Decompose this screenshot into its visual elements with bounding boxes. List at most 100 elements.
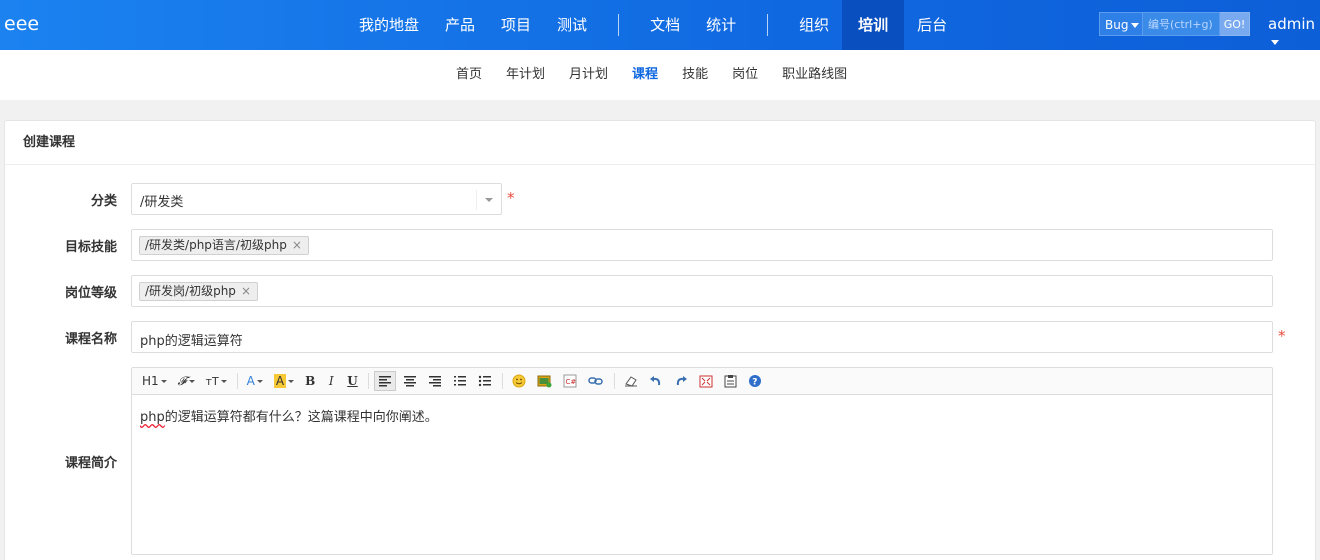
post-label: 岗位等级 bbox=[64, 286, 117, 301]
align-right-button[interactable] bbox=[424, 371, 446, 391]
editor-content[interactable]: php的逻辑运算符都有什么？这篇课程中向你阐述。 bbox=[140, 406, 438, 425]
align-left-icon bbox=[378, 376, 391, 387]
chevron-down-icon bbox=[485, 198, 493, 202]
category-value: /研发类 bbox=[140, 195, 184, 210]
search-type-select[interactable]: Bug bbox=[1099, 12, 1143, 36]
bold-button[interactable]: B bbox=[301, 371, 319, 391]
chevron-down-icon bbox=[160, 379, 167, 383]
code-button[interactable]: C# bbox=[559, 371, 581, 391]
undo-icon bbox=[649, 376, 660, 386]
subnav-course[interactable]: 课程 bbox=[620, 50, 670, 100]
link-button[interactable] bbox=[584, 371, 608, 391]
nav-divider bbox=[767, 14, 769, 36]
image-button[interactable] bbox=[533, 371, 556, 391]
brand-logo[interactable]: eee bbox=[4, 13, 39, 35]
toolbar-divider bbox=[613, 373, 615, 389]
course-intro-editor[interactable]: H1 𝓕 тT A A B I U C# ? php的逻辑运算符都有什么？这篇课… bbox=[131, 367, 1273, 555]
clipboard-icon bbox=[724, 375, 737, 388]
nav-org[interactable]: 组织 bbox=[786, 0, 842, 50]
chevron-down-icon bbox=[188, 379, 195, 383]
font-color-button[interactable]: A bbox=[243, 371, 267, 391]
align-center-button[interactable] bbox=[399, 371, 421, 391]
select-divider bbox=[476, 190, 477, 210]
font-icon: 𝓕 bbox=[177, 373, 187, 388]
redo-icon bbox=[676, 376, 687, 386]
search-type-label: Bug bbox=[1105, 18, 1129, 32]
redo-button[interactable] bbox=[670, 371, 692, 391]
skill-label: 目标技能 bbox=[64, 240, 117, 255]
subnav-home[interactable]: 首页 bbox=[444, 50, 494, 100]
svg-text:C#: C# bbox=[565, 378, 576, 386]
help-icon: ? bbox=[748, 375, 761, 388]
post-multiselect[interactable]: /研发岗/初级php × bbox=[131, 275, 1273, 307]
chevron-down-icon bbox=[220, 379, 227, 383]
underline-button[interactable]: U bbox=[343, 371, 361, 391]
subnav-career-path[interactable]: 职业路线图 bbox=[770, 50, 859, 100]
align-center-icon bbox=[403, 376, 416, 387]
category-select[interactable]: /研发类 bbox=[131, 183, 502, 215]
emoji-button[interactable] bbox=[508, 371, 530, 391]
font-size-button[interactable]: тT bbox=[202, 371, 231, 391]
editor-text: 的逻辑运算符都有什么？这篇课程中向你阐述。 bbox=[164, 410, 438, 425]
font-family-button[interactable]: 𝓕 bbox=[174, 371, 199, 391]
eraser-button[interactable] bbox=[620, 371, 642, 391]
nav-product[interactable]: 产品 bbox=[432, 0, 488, 50]
create-course-panel: 创建课程 分类 /研发类 * 目标技能 /研发类/php语言/初级php × 岗… bbox=[4, 120, 1316, 560]
course-name-input[interactable]: php的逻辑运算符 bbox=[131, 321, 1273, 353]
panel-title: 创建课程 bbox=[5, 121, 1315, 165]
bg-color-button[interactable]: A bbox=[270, 371, 298, 391]
nav-project[interactable]: 项目 bbox=[488, 0, 544, 50]
post-chip-label: /研发岗/初级php bbox=[145, 284, 236, 298]
heading-button[interactable]: H1 bbox=[138, 371, 171, 391]
subnav-post[interactable]: 岗位 bbox=[720, 50, 770, 100]
user-name: admin bbox=[1268, 15, 1315, 33]
image-icon bbox=[537, 375, 552, 387]
main-nav: 我的地盘 产品 项目 测试 文档 统计 组织 培训 后台 bbox=[346, 0, 960, 50]
nav-test[interactable]: 测试 bbox=[544, 0, 600, 50]
ordered-list-icon bbox=[453, 376, 466, 386]
skill-chip-label: /研发类/php语言/初级php bbox=[145, 238, 287, 252]
subnav-skill[interactable]: 技能 bbox=[670, 50, 720, 100]
skill-multiselect[interactable]: /研发类/php语言/初级php × bbox=[131, 229, 1273, 261]
user-menu[interactable]: admin bbox=[1268, 15, 1320, 51]
paste-button[interactable] bbox=[720, 371, 741, 391]
chevron-down-icon bbox=[256, 379, 263, 383]
font-size-icon: тT bbox=[205, 374, 219, 388]
unordered-list-icon bbox=[478, 375, 491, 387]
nav-my[interactable]: 我的地盘 bbox=[346, 0, 432, 50]
search-input[interactable] bbox=[1143, 12, 1220, 36]
subnav-year-plan[interactable]: 年计划 bbox=[494, 50, 557, 100]
nav-doc[interactable]: 文档 bbox=[637, 0, 693, 50]
align-left-button[interactable] bbox=[373, 371, 396, 391]
editor-toolbar: H1 𝓕 тT A A B I U C# ? bbox=[132, 368, 1272, 395]
italic-button[interactable]: I bbox=[322, 371, 340, 391]
close-icon[interactable]: × bbox=[292, 237, 302, 254]
search-box: Bug GO! bbox=[1099, 12, 1250, 36]
nav-stat[interactable]: 统计 bbox=[693, 0, 749, 50]
highlight-icon: A bbox=[273, 374, 287, 388]
align-right-icon bbox=[428, 376, 441, 387]
undo-button[interactable] bbox=[645, 371, 667, 391]
course-name-value: php的逻辑运算符 bbox=[140, 334, 243, 349]
toolbar-divider bbox=[501, 373, 503, 389]
nav-admin[interactable]: 后台 bbox=[904, 0, 960, 50]
course-name-label: 课程名称 bbox=[64, 332, 117, 347]
close-icon[interactable]: × bbox=[241, 283, 251, 300]
sub-nav: 首页 年计划 月计划 课程 技能 岗位 职业路线图 bbox=[0, 50, 1320, 100]
subnav-month-plan[interactable]: 月计划 bbox=[557, 50, 620, 100]
fullscreen-button[interactable] bbox=[695, 371, 717, 391]
required-mark: * bbox=[507, 189, 515, 207]
nav-train[interactable]: 培训 bbox=[842, 0, 905, 50]
chevron-down-icon bbox=[288, 379, 295, 383]
nav-divider bbox=[618, 14, 620, 36]
misspelled-word: php bbox=[140, 410, 165, 425]
ordered-list-button[interactable] bbox=[449, 371, 471, 391]
help-button[interactable]: ? bbox=[744, 371, 766, 391]
course-intro-label: 课程简介 bbox=[64, 456, 117, 471]
top-navbar: eee 我的地盘 产品 项目 测试 文档 统计 组织 培训 后台 Bug GO!… bbox=[0, 0, 1320, 50]
search-go-button[interactable]: GO! bbox=[1220, 12, 1250, 36]
smiley-icon bbox=[512, 374, 526, 388]
code-icon: C# bbox=[563, 374, 577, 388]
category-label: 分类 bbox=[90, 194, 117, 209]
unordered-list-button[interactable] bbox=[474, 371, 496, 391]
